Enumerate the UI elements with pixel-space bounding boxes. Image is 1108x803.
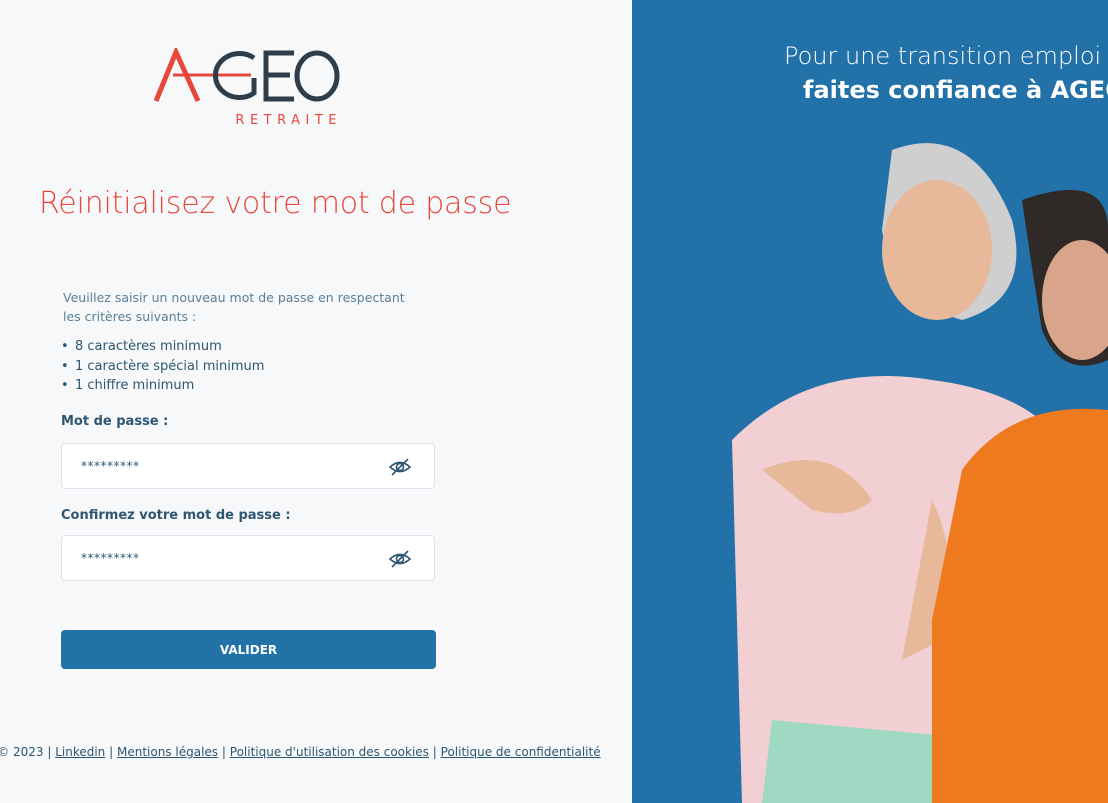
password-label: Mot de passe :: [61, 414, 169, 429]
hero-photo: [732, 143, 1108, 803]
cookie-policy-link[interactable]: Politique d'utilisation des cookies: [230, 745, 429, 759]
legal-notice-link[interactable]: Mentions légales: [117, 745, 218, 759]
password-value: *********: [81, 459, 140, 473]
validate-button[interactable]: VALIDER: [61, 630, 436, 669]
logo-subtitle: RETRAITE: [235, 113, 342, 128]
confirm-password-field[interactable]: *********: [61, 535, 435, 581]
confirm-password-label: Confirmez votre mot de passe :: [61, 508, 291, 523]
hero-panel: Pour une transition emploi ret faites co…: [632, 0, 1108, 803]
criteria-item: 1 chiffre minimum: [61, 376, 264, 396]
criteria-item: 8 caractères minimum: [61, 337, 264, 357]
footer-separator: |: [109, 745, 114, 759]
login-panel: RETRAITE Réinitialisez votre mot de pass…: [0, 0, 632, 803]
eye-slash-icon[interactable]: [388, 549, 412, 569]
copyright-text: o © 2023 |: [0, 745, 52, 759]
eye-slash-icon[interactable]: [388, 457, 412, 477]
ageo-retraite-logo: RETRAITE: [154, 48, 342, 128]
linkedin-link[interactable]: Linkedin: [55, 745, 105, 759]
footer: o © 2023 | Linkedin | Mentions légales |…: [0, 745, 601, 759]
footer-separator: |: [432, 745, 437, 759]
confirm-password-value: *********: [81, 551, 140, 565]
instructions-text: Veuillez saisir un nouveau mot de passe …: [63, 290, 405, 324]
password-criteria-list: 8 caractères minimum 1 caractère spécial…: [61, 337, 264, 396]
criteria-item: 1 caractère spécial minimum: [61, 357, 264, 377]
page-title: Réinitialisez votre mot de passe: [39, 186, 512, 221]
password-field[interactable]: *********: [61, 443, 435, 489]
hero-tagline-line1: Pour une transition emploi ret: [784, 42, 1108, 70]
footer-separator: |: [221, 745, 226, 759]
privacy-policy-link[interactable]: Politique de confidentialité: [441, 745, 601, 759]
hero-tagline-line2: faites confiance à AGEO As: [803, 76, 1108, 104]
